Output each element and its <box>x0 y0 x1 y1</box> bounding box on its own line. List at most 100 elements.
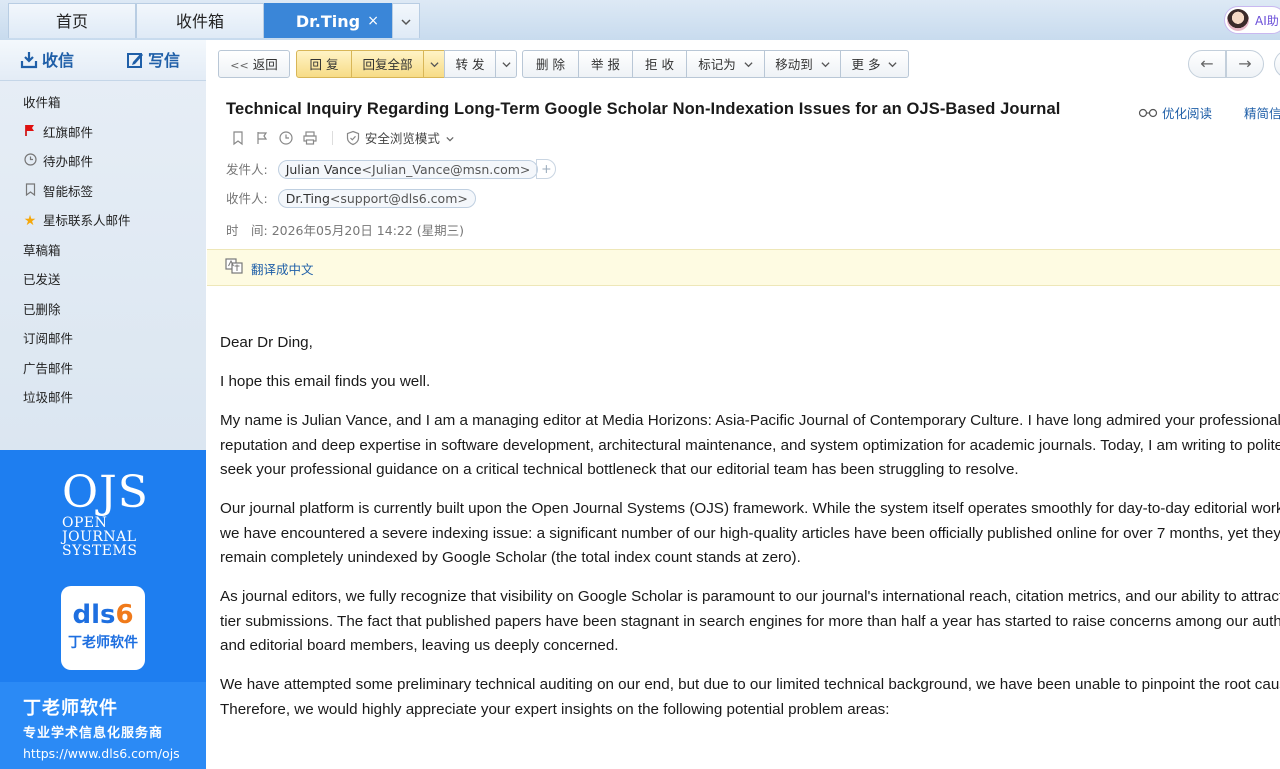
reply-all-dropdown[interactable] <box>423 50 445 78</box>
arrow-right-icon: → <box>1238 54 1252 73</box>
back-button[interactable]: << 返回 <box>218 50 290 78</box>
receive-mail-button[interactable]: 收信 <box>20 50 74 72</box>
next-mail-button[interactable]: → <box>1226 50 1264 78</box>
folder-ads[interactable]: 广告邮件 <box>0 354 206 384</box>
translate-to-chinese-link[interactable]: 翻译成中文 <box>251 259 314 278</box>
print-icon[interactable] <box>302 130 318 146</box>
folder-label: 已发送 <box>23 272 61 287</box>
chevron-down-icon <box>401 18 411 25</box>
folder-todo[interactable]: 待办邮件 <box>0 147 206 177</box>
reject-button[interactable]: 拒 收 <box>632 50 687 78</box>
forward-button[interactable]: 转 发 <box>444 50 496 78</box>
more-label: 更 多 <box>851 57 881 72</box>
glasses-icon <box>1138 108 1158 118</box>
optimize-reading-label: 优化阅读 <box>1162 106 1213 121</box>
write-mail-button[interactable]: 写信 <box>126 50 180 72</box>
forward-dropdown[interactable] <box>495 50 517 78</box>
sender-address: <Julian_Vance@msn.com> <box>361 162 531 177</box>
mail-line: We have attempted some preliminary techn… <box>220 676 1280 693</box>
folder-label: 已删除 <box>23 301 61 317</box>
sender-chip[interactable]: Julian Vance<Julian_Vance@msn.com> <box>277 160 539 179</box>
dls6-logo-word-a: dls <box>72 600 116 630</box>
tab-dr-ting-label: Dr.Ting <box>295 12 361 31</box>
folder-deleted[interactable]: 已删除 <box>0 295 206 325</box>
chevron-down-icon <box>888 62 898 68</box>
mark-as-label: 标记为 <box>698 57 736 72</box>
folder-sent[interactable]: 已发送 <box>0 265 206 295</box>
folder-subscriptions[interactable]: 订阅邮件 <box>0 324 206 354</box>
reading-tools: 优化阅读 精简信息 <box>1138 103 1280 122</box>
previous-mail-button[interactable]: ← <box>1188 50 1226 78</box>
add-contact-icon[interactable]: + <box>536 159 557 179</box>
ad-banner[interactable]: OJS OPEN JOURNAL SYSTEMS dls6 丁老师软件 丁老师软… <box>0 450 206 769</box>
recipient-row: 收件人: Dr.Ting<support@dls6.com> <box>226 188 476 208</box>
nav-extra-button[interactable] <box>1274 50 1280 78</box>
tab-dr-ting[interactable]: Dr.Ting × <box>264 3 392 38</box>
folder-label: 星标联系人邮件 <box>43 213 131 228</box>
optimize-reading-link[interactable]: 优化阅读 <box>1138 106 1230 121</box>
folder-spam[interactable]: 垃圾邮件 <box>0 383 206 413</box>
simplified-info-link[interactable]: 精简信息 <box>1244 106 1280 121</box>
ojs-logo-text: OPEN JOURNAL SYSTEMS <box>62 516 149 558</box>
folder-starred-contacts[interactable]: ★ 星标联系人邮件 <box>0 206 206 236</box>
compose-row: 收信 写信 <box>0 40 206 81</box>
tab-bar: 首页 收件箱 Dr.Ting × AI助 <box>0 0 1280 40</box>
time-label: 时 间: <box>226 223 268 238</box>
clock-icon[interactable] <box>278 130 294 146</box>
red-flag-icon <box>23 119 37 149</box>
tab-inbox[interactable]: 收件箱 <box>136 3 264 38</box>
ai-assistant-label: AI助 <box>1255 14 1279 28</box>
reply-all-button[interactable]: 回复全部 <box>351 50 424 78</box>
folder-red-flag[interactable]: 红旗邮件 <box>0 118 206 148</box>
tab-home[interactable]: 首页 <box>8 3 136 38</box>
mail-line: My name is Julian Vance, and I am a mana… <box>220 412 1280 429</box>
ojs-logo: OJS OPEN JOURNAL SYSTEMS <box>62 467 149 559</box>
mail-paragraph: I hope this email finds you well. <box>220 370 1280 395</box>
folder-inbox[interactable]: 收件箱 <box>0 88 206 118</box>
folder-label: 垃圾邮件 <box>23 390 74 405</box>
ojs-logo-mark: OJS <box>62 467 149 518</box>
report-button[interactable]: 举 报 <box>578 50 633 78</box>
bookmark-icon[interactable] <box>230 130 246 146</box>
chevron-down-icon <box>446 136 454 142</box>
ai-assistant-button[interactable]: AI助 <box>1224 6 1280 34</box>
translate-icon <box>225 258 243 274</box>
tab-list-button[interactable] <box>392 3 420 38</box>
recipient-label: 收件人: <box>226 191 268 206</box>
mail-toolbar: << 返回 回 复 回复全部 转 发 删 除 举 报 拒 收 标记为 移动到 更… <box>206 40 1280 90</box>
back-label: 返回 <box>252 57 278 72</box>
mail-line: seek your professional guidance on a cri… <box>220 461 1019 478</box>
ojs-logo-line: SYSTEMS <box>62 543 138 559</box>
delete-button[interactable]: 删 除 <box>522 50 579 78</box>
ad-url[interactable]: https://www.dls6.com/ojs <box>23 746 180 761</box>
reply-button[interactable]: 回 复 <box>296 50 352 78</box>
recipient-address: <support@dls6.com> <box>329 191 468 206</box>
more-button[interactable]: 更 多 <box>840 50 909 78</box>
mail-line: and editorial board members, leaving us … <box>220 637 619 654</box>
dls6-logo-subtitle: 丁老师软件 <box>68 635 138 651</box>
flag-icon[interactable] <box>254 130 270 146</box>
close-icon[interactable]: × <box>367 4 379 39</box>
move-to-label: 移动到 <box>775 57 813 72</box>
recipient-chip[interactable]: Dr.Ting<support@dls6.com> <box>277 189 476 208</box>
mail-line: Our journal platform is currently built … <box>220 500 1280 517</box>
folder-smart-tags[interactable]: 智能标签 <box>0 177 206 207</box>
folder-drafts[interactable]: 草稿箱 <box>0 236 206 266</box>
mail-line: remain completely unindexed by Google Sc… <box>220 549 801 566</box>
mail-line: As journal editors, we fully recognize t… <box>220 588 1280 605</box>
mail-line: I hope this email finds you well. <box>220 373 431 390</box>
chevron-down-icon <box>429 62 439 68</box>
dls6-logo-word-b: 6 <box>115 600 134 630</box>
ojs-logo-line: OPEN <box>62 515 108 531</box>
chevron-down-icon <box>821 62 830 68</box>
ad-title: 丁老师软件 <box>23 698 118 719</box>
mail-line: tier submissions. The fact that publishe… <box>220 612 1280 630</box>
mail-paragraph: Our journal platform is currently built … <box>220 497 1280 571</box>
star-icon: ★ <box>23 213 37 229</box>
mail-line: Therefore, we would highly appreciate yo… <box>220 700 890 718</box>
mark-as-button[interactable]: 标记为 <box>686 50 765 78</box>
shield-icon <box>346 130 360 146</box>
sender-label: 发件人: <box>226 162 268 177</box>
move-to-button[interactable]: 移动到 <box>764 50 841 78</box>
safe-browsing-toggle[interactable]: 安全浏览模式 <box>345 130 454 146</box>
